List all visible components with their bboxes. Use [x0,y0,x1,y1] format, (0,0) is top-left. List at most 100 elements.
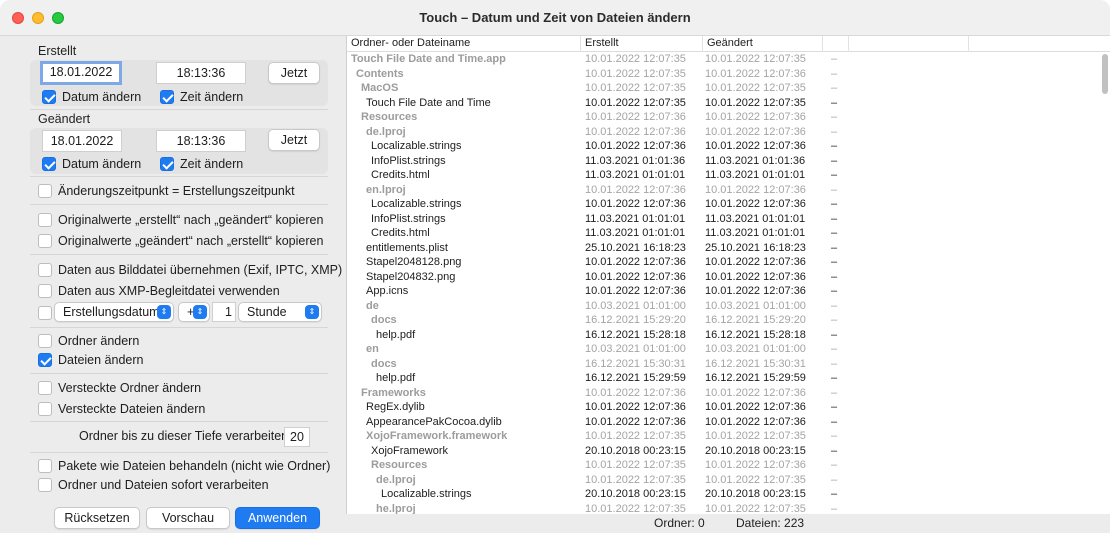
modified-cell: 10.01.2022 12:07:36 [705,198,806,210]
table-row[interactable]: Credits.html 11.03.2021 01:01:01 11.03.202… [347,226,1110,241]
created-cell: 10.01.2022 12:07:36 [585,386,686,399]
reset-button[interactable]: Rücksetzen [54,507,140,529]
table-header: Ordner- oder Dateiname Erstellt Geändert [347,36,1110,52]
modified-cell: 10.01.2022 12:07:36 [705,183,806,196]
modified-change-date-checkbox[interactable]: Datum ändern [42,156,141,174]
table-row[interactable]: XojoFramework 20.10.2018 00:23:15 20.10.20… [347,444,1110,459]
offset-amount-field[interactable]: 1 [212,302,236,322]
column-header-name[interactable]: Ordner- oder Dateiname [347,36,581,52]
modified-cell: 20.10.2018 00:23:15 [705,444,806,457]
change-files-checkbox[interactable]: Dateien ändern [38,352,143,370]
offset-field-popup[interactable]: Erstellungsdatum ⇕ [54,302,174,322]
modified-cell: 10.03.2021 01:01:00 [705,299,806,312]
table-row[interactable]: Credits.html 11.03.2021 01:01:01 11.03.202… [347,168,1110,183]
created-cell: 10.01.2022 12:07:35 [585,82,686,94]
table-row[interactable]: de.lproj 10.01.2022 12:07:35 10.01.2022 12… [347,473,1110,488]
created-cell: 11.03.2021 01:01:01 [585,169,686,181]
divider [30,109,328,110]
offset-unit-popup[interactable]: Stunde ⇕ [238,302,322,322]
table-row[interactable]: de 10.03.2021 01:01:00 10.03.2021 01:01:00… [347,299,1110,314]
file-name-cell: help.pdf [376,328,416,341]
table-row[interactable]: Localizable.strings 10.01.2022 12:07:36 10… [347,197,1110,212]
table-row[interactable]: help.pdf 16.12.2021 15:29:59 16.12.2021 15… [347,371,1110,386]
modified-change-time-checkbox[interactable]: Zeit ändern [160,156,243,174]
modified-cell: 10.03.2021 01:01:00 [705,343,806,355]
hidden-folders-checkbox[interactable]: Versteckte Ordner ändern [38,380,201,398]
modified-cell: 10.01.2022 12:07:35 [705,53,806,65]
depth-field[interactable]: 20 [284,427,310,447]
column-header-extra[interactable] [823,36,849,52]
offset-sign-popup[interactable]: + ⇕ [178,302,210,322]
modified-now-button[interactable]: Jetzt [268,129,320,151]
apply-button[interactable]: Anwenden [235,507,320,529]
file-name-cell: Localizable.strings [371,198,462,210]
created-change-date-checkbox[interactable]: Datum ändern [42,89,141,107]
table-row[interactable]: RegEx.dylib 10.01.2022 12:07:36 10.01.2022… [347,400,1110,415]
created-cell: 10.03.2021 01:01:00 [585,343,686,355]
created-cell: 11.03.2021 01:01:36 [585,154,686,167]
copy-created-to-modified-checkbox[interactable]: Originalwerte „erstellt“ nach „geändert“… [38,212,323,230]
copy-modified-to-created-checkbox[interactable]: Originalwerte „geändert“ nach „erstellt“… [38,233,323,251]
same-time-checkbox[interactable]: Änderungszeitpunkt = Erstellungszeitpunk… [38,183,295,201]
process-immediately-checkbox[interactable]: Ordner und Dateien sofort verarbeiten [38,477,269,495]
modified-cell: 10.01.2022 12:07:35 [705,96,806,109]
file-name-cell: XojoFramework.framework [366,430,508,442]
table-row[interactable]: Localizable.strings 20.10.2018 00:23:15 20… [347,487,1110,502]
file-name-cell: Credits.html [371,227,430,239]
table-row[interactable]: Stapel204832.png 10.01.2022 12:07:36 10.01… [347,270,1110,285]
file-name-cell: Contents [356,67,404,80]
table-row[interactable]: entitlements.plist 25.10.2021 16:18:23 25.… [347,241,1110,256]
extra-cell: – [831,343,838,355]
table-row[interactable]: Resources 10.01.2022 12:07:36 10.01.2022 1… [347,110,1110,125]
extra-cell: – [831,96,838,109]
created-change-time-checkbox[interactable]: Zeit ändern [160,89,243,107]
table-row[interactable]: XojoFramework.framework 10.01.2022 12:07:… [347,429,1110,444]
packages-as-files-checkbox[interactable]: Pakete wie Dateien behandeln (nicht wie … [38,458,330,476]
created-time-field[interactable]: 18:13:36 [156,62,246,84]
table-row[interactable]: InfoPlist.strings 11.03.2021 01:01:01 11.0… [347,212,1110,227]
table-row[interactable]: InfoPlist.strings 11.03.2021 01:01:36 11.0… [347,154,1110,169]
table-row[interactable]: en 10.03.2021 01:01:00 10.03.2021 01:01:00… [347,342,1110,357]
table-row[interactable]: docs 16.12.2021 15:29:20 16.12.2021 15:29:… [347,313,1110,328]
column-header-modified[interactable]: Geändert [703,36,823,52]
checkbox-label: Zeit ändern [180,90,244,104]
table-row[interactable]: docs 16.12.2021 15:30:31 16.12.2021 15:30:… [347,357,1110,372]
table-row[interactable]: AppearancePakCocoa.dylib 10.01.2022 12:07… [347,415,1110,430]
extra-cell: – [831,67,838,80]
table-row[interactable]: Frameworks 10.01.2022 12:07:36 10.01.2022 … [347,386,1110,401]
extra-cell: – [831,401,838,413]
title-bar: Touch – Datum und Zeit von Dateien änder… [0,0,1110,36]
table-row[interactable]: help.pdf 16.12.2021 15:28:18 16.12.2021 15… [347,328,1110,343]
table-row[interactable]: Localizable.strings 10.01.2022 12:07:36 10… [347,139,1110,154]
table-row[interactable]: Touch File Date and Time 10.01.2022 12:07… [347,96,1110,111]
modified-date-field[interactable]: 18.01.2022 [42,130,122,152]
extra-cell: – [831,111,838,123]
table-row[interactable]: en.lproj 10.01.2022 12:07:36 10.01.2022 12… [347,183,1110,198]
from-image-checkbox[interactable]: Daten aus Bilddatei übernehmen (Exif, IP… [38,262,342,280]
extra-cell: – [831,488,838,500]
table-row[interactable]: de.lproj 10.01.2022 12:07:36 10.01.2022 12… [347,125,1110,140]
file-name-cell: Touch File Date and Time.app [351,53,506,65]
column-header-created[interactable]: Erstellt [581,36,703,52]
table-row[interactable]: MacOS 10.01.2022 12:07:35 10.01.2022 12:07… [347,81,1110,96]
scrollbar-thumb[interactable] [1102,54,1108,94]
created-date-field[interactable]: 18.01.2022 [40,61,122,85]
divider [30,204,328,205]
modified-time-field[interactable]: 18:13:36 [156,130,246,152]
table-body: Touch File Date and Time.app 10.01.2022 1… [347,52,1110,514]
table-row[interactable]: Stapel2048128.png 10.01.2022 12:07:36 10.0… [347,255,1110,270]
preview-button[interactable]: Vorschau [146,507,230,529]
modified-cell: 10.01.2022 12:07:36 [705,270,806,283]
table-row[interactable]: Contents 10.01.2022 12:07:35 10.01.2022 12… [347,67,1110,82]
hidden-files-checkbox[interactable]: Versteckte Dateien ändern [38,401,205,419]
created-now-button[interactable]: Jetzt [268,62,320,84]
from-xmp-checkbox[interactable]: Daten aus XMP-Begleitdatei verwenden [38,283,280,301]
file-name-cell: Stapel204832.png [366,270,456,283]
change-folders-checkbox[interactable]: Ordner ändern [38,333,139,351]
table-row[interactable]: Resources 10.01.2022 12:07:35 10.01.2022 1… [347,458,1110,473]
checkbox-label: Zeit ändern [180,157,244,171]
extra-cell: – [831,154,838,167]
table-row[interactable]: he.lproj 10.01.2022 12:07:35 10.01.2022 12… [347,502,1110,515]
table-row[interactable]: App.icns 10.01.2022 12:07:36 10.01.2022 12… [347,284,1110,299]
table-row[interactable]: Touch File Date and Time.app 10.01.2022 1… [347,52,1110,67]
